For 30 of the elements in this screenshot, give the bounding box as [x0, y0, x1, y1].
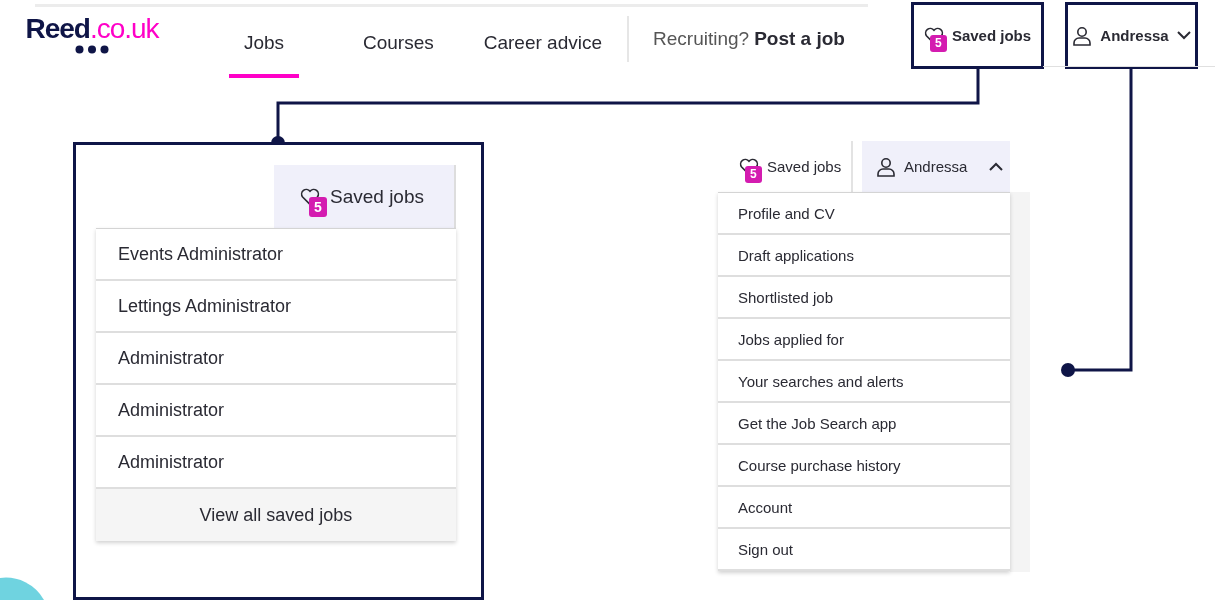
logo[interactable]: Reed.co.uk — [25, 14, 159, 43]
account-menu-item[interactable]: Draft applications — [718, 235, 1010, 277]
account-menu-item[interactable]: Account — [718, 487, 1010, 529]
saved-job-item[interactable]: Events Administrator — [96, 229, 456, 281]
saved-jobs-tab[interactable]: 5 Saved jobs — [274, 165, 456, 228]
account-menu-item[interactable]: Jobs applied for — [718, 319, 1010, 361]
account-menu-item[interactable]: Profile and CV — [718, 193, 1010, 235]
count-badge: 5 — [745, 165, 762, 183]
account-button[interactable]: Andressa — [1065, 2, 1198, 69]
dots-icon — [75, 44, 109, 54]
saved-job-item[interactable]: Administrator — [96, 333, 456, 385]
nav-tab[interactable]: Career advice — [458, 0, 628, 78]
account-menu-item[interactable]: Shortlisted job — [718, 277, 1010, 319]
saved-job-item[interactable]: Lettings Administrator — [96, 281, 456, 333]
user-icon — [876, 156, 896, 177]
saved-job-item[interactable]: Administrator — [96, 385, 456, 437]
post-job-link[interactable]: Post a job — [754, 28, 845, 49]
account-menu-item[interactable]: Sign out — [718, 529, 1010, 571]
saved-jobs-button[interactable]: 5 Saved jobs — [911, 2, 1044, 69]
count-badge: 5 — [309, 196, 327, 217]
nav-tab[interactable]: Jobs — [229, 0, 299, 78]
user-icon — [1072, 25, 1093, 46]
count-badge: 5 — [929, 34, 947, 52]
account-menu-item[interactable]: Course purchase history — [718, 445, 1010, 487]
account-menu-item[interactable]: Your searches and alerts — [718, 361, 1010, 403]
recruiting-text: Recruiting? — [653, 28, 750, 50]
account-menu-item[interactable]: Get the Job Search app — [718, 403, 1010, 445]
view-all-link[interactable]: View all saved jobs — [96, 489, 456, 541]
nav-tab[interactable]: Courses — [338, 0, 459, 78]
account-tab[interactable]: Andressa — [862, 141, 1010, 192]
